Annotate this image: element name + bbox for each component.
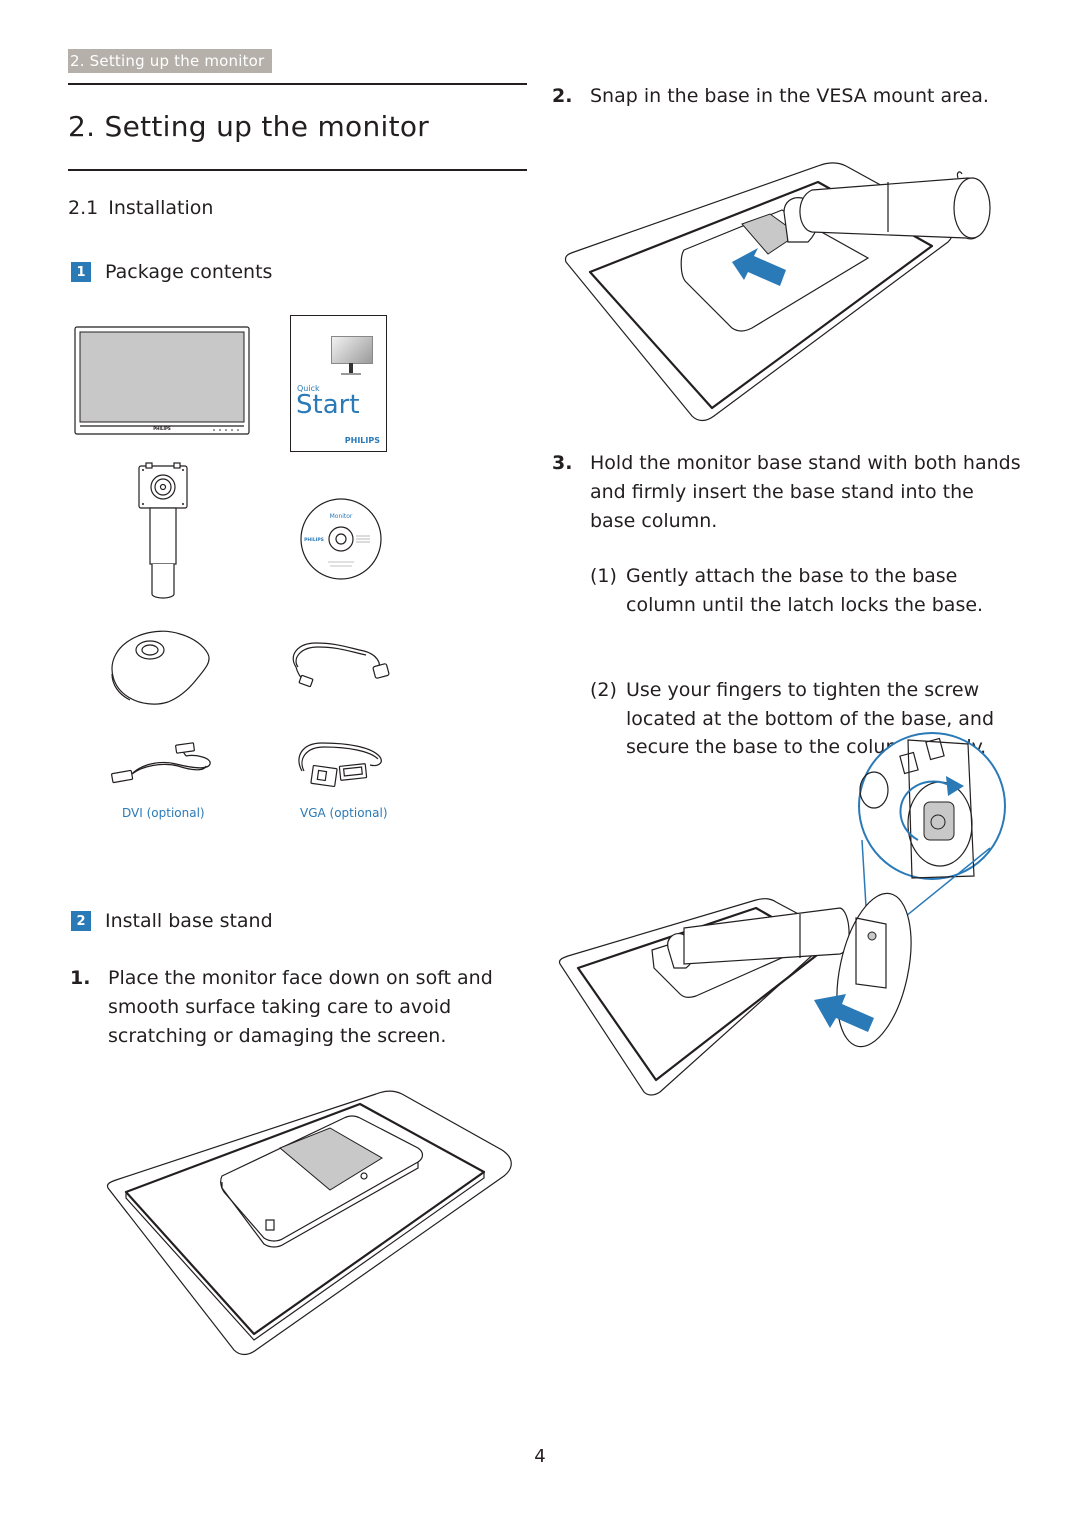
step-1-number: 1. [70, 967, 91, 989]
step-2: 2. Snap in the base in the VESA mount ar… [552, 82, 1032, 111]
vga-cable-illustration [298, 742, 382, 788]
quick-start-guide-illustration: Quick Start PHILIPS [290, 315, 387, 452]
section-title: Installation [108, 197, 214, 219]
step-2-text: Snap in the base in the VESA mount area. [590, 85, 989, 107]
cd-brand: PHILIPS [304, 537, 324, 543]
page-number: 4 [534, 1446, 546, 1467]
section-number: 2.1 [68, 197, 99, 219]
page-title: 2. Setting up the monitor [68, 110, 430, 143]
section-heading: 2.1 Installation [68, 197, 213, 219]
divider-bottom [68, 169, 527, 171]
cd-illustration: Monitor PHILIPS [300, 498, 382, 580]
monitor-front-illustration: PHILIPS [74, 326, 250, 435]
snap-base-vesa-illustration [564, 162, 991, 422]
sub-step-2-number: (2) [590, 679, 617, 701]
vga-caption: VGA (optional) [300, 806, 388, 820]
base-column-illustration [138, 462, 188, 599]
monitor-face-down-illustration [106, 1090, 512, 1356]
sub-step-1-number: (1) [590, 565, 617, 587]
step-3-number: 3. [552, 452, 573, 474]
install-base-title: Install base stand [105, 910, 273, 932]
attach-base-column-illustration [558, 732, 1006, 1096]
step-badge-2: 2 [71, 911, 91, 931]
step-3: 3. Hold the monitor base stand with both… [552, 449, 1022, 536]
dvi-caption: DVI (optional) [122, 806, 205, 820]
sub-step-1: (1) Gently attach the base to the base c… [590, 562, 1020, 619]
step-1: 1. Place the monitor face down on soft a… [70, 964, 530, 1051]
section-header-tab: 2. Setting up the monitor [68, 49, 273, 73]
quick-start-brand: PHILIPS [344, 436, 380, 445]
power-cable-illustration [292, 642, 390, 688]
base-stand-illustration [111, 630, 210, 705]
quick-start-cover-monitor-icon [331, 336, 373, 364]
dvi-cable-illustration [111, 742, 211, 784]
cd-title: Monitor [330, 513, 353, 520]
divider-top [68, 83, 527, 85]
install-base-heading: 2 Install base stand [71, 910, 273, 932]
step-3-text: Hold the monitor base stand with both ha… [590, 452, 1021, 532]
step-1-text: Place the monitor face down on soft and … [108, 967, 493, 1047]
step-badge-1: 1 [71, 262, 91, 282]
quick-start-label-start: Start [296, 390, 360, 420]
sub-step-1-text: Gently attach the base to the base colum… [626, 565, 984, 616]
monitor-brand-label: PHILIPS [153, 426, 171, 431]
step-2-number: 2. [552, 85, 573, 107]
package-contents-title: Package contents [105, 261, 273, 283]
package-contents-heading: 1 Package contents [71, 261, 272, 283]
